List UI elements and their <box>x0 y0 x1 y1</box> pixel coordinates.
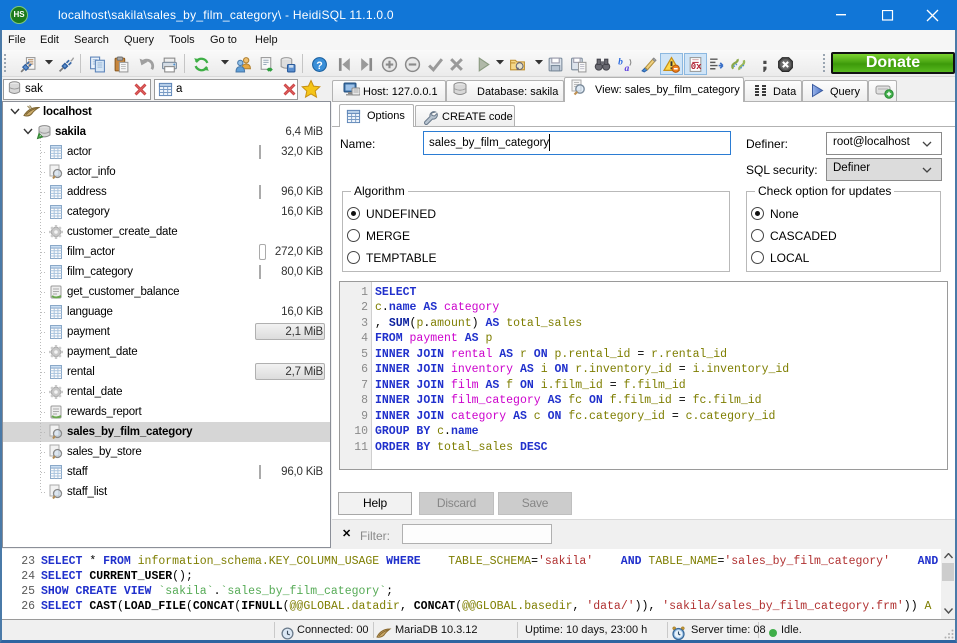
svg-text:b: b <box>618 57 623 68</box>
svg-text:?: ? <box>316 60 322 72</box>
svg-text:a: a <box>624 63 629 73</box>
